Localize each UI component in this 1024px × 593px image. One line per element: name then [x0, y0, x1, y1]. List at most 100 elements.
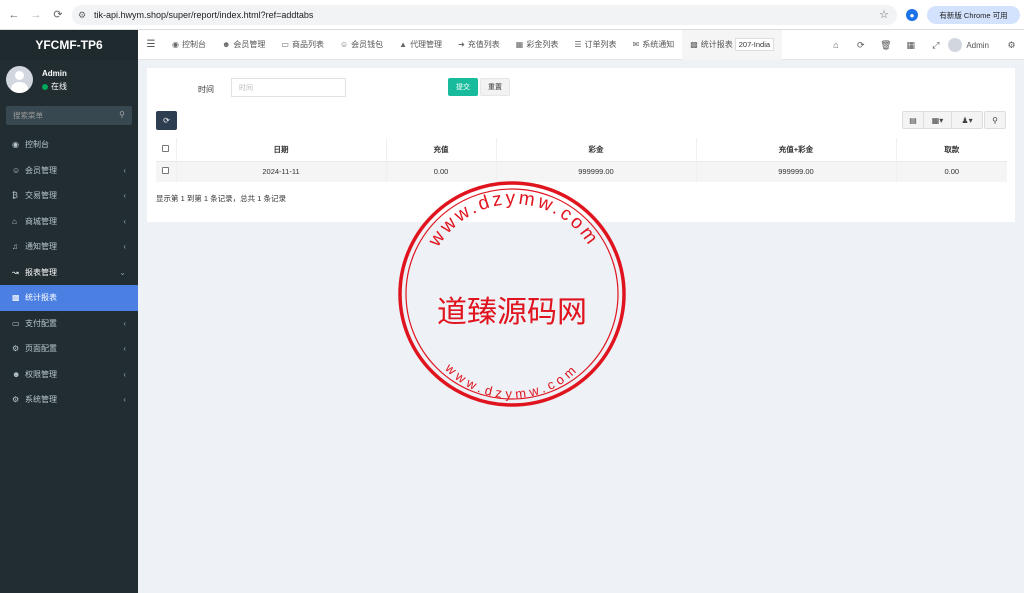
sitemap-icon: ▲ [399, 40, 408, 49]
forward-icon[interactable]: → [25, 4, 47, 26]
table-cell: 999999.00 [696, 161, 897, 182]
home-icon: ⌂ [12, 216, 17, 226]
chevron-left-icon: ‹ [123, 242, 126, 251]
tab-label: 代理管理 [410, 40, 443, 49]
time-input[interactable]: 时间 [231, 78, 346, 97]
sidebar-item-members[interactable]: ☺ 会员管理 ‹ [0, 158, 138, 184]
column-header[interactable]: 取款 [896, 138, 1007, 162]
stamp-bottom-text: www.dzymw.com [442, 360, 582, 402]
sidebar-item-system[interactable]: ⚙ 系统管理 ‹ [0, 387, 138, 413]
avatar [948, 38, 963, 52]
admin-label: Admin [966, 40, 989, 50]
column-header[interactable]: 彩金 [496, 138, 697, 162]
tab-label: 会员管理 [233, 40, 266, 49]
reset-button[interactable]: 重置 [480, 78, 510, 96]
column-header[interactable]: 日期 [176, 138, 387, 162]
sidebar-item-label: 通知管理 [25, 242, 57, 252]
sidebar-item-label: 支付配置 [25, 318, 57, 328]
row-select-cell [156, 161, 177, 182]
table-cell: 2024-11-11 [176, 161, 387, 182]
columns-button[interactable]: ▦▾ [924, 111, 952, 129]
sidebar-item-reports[interactable]: ↝ 报表管理 ⌄ [0, 260, 138, 286]
gear-icon: ⚙ [12, 344, 20, 354]
row-checkbox[interactable] [162, 167, 170, 175]
gears-icon: ⚙ [12, 395, 20, 405]
avatar [6, 66, 33, 93]
export-button[interactable]: ♟▾ [952, 111, 983, 129]
comments-icon: ✉ [632, 40, 640, 49]
search-toggle-button[interactable]: ⚲ [984, 111, 1006, 129]
tab-wallets[interactable]: ☺ 会员钱包 [332, 30, 391, 60]
bell-icon: ♫ [12, 242, 18, 252]
user-status: 在线 [42, 81, 67, 92]
brand-logo[interactable]: YFCMF-TP6 [0, 30, 138, 60]
stamp-center-text: 道臻源码网 [437, 295, 587, 330]
tab-label: 商品列表 [291, 40, 324, 49]
sidebar-item-pages[interactable]: ⚙ 页面配置 ‹ [0, 336, 138, 362]
tab-label: 系统通知 [642, 40, 675, 49]
table-toolbar: ▤ ▦▾ ♟▾ [902, 111, 983, 129]
top-nav-actions: ⌂ ⟳ 🗑 ▦ ⤢ Admin ⚙ [823, 30, 1024, 60]
table-cell: 0.00 [896, 161, 1007, 182]
tab-notifications[interactable]: ✉ 系统通知 [625, 30, 683, 60]
chevron-left-icon: ‹ [123, 318, 126, 328]
profile-icon[interactable]: ● [906, 9, 918, 21]
submit-button[interactable]: 提交 [448, 78, 478, 96]
tab-orders[interactable]: ☰ 订单列表 [566, 30, 624, 60]
home-icon[interactable]: ⌂ [823, 40, 848, 50]
sidebar-menu: ◉ 控制台 ☺ 会员管理 ‹ ₿ 交易管理 ‹ ⌂ 商城管理 ‹ ♫ 通知管理 … [0, 132, 138, 413]
search-icon[interactable]: ⚲ [119, 110, 125, 119]
tab-label: 控制台 [181, 40, 206, 49]
trash-icon[interactable]: 🗑 [873, 40, 898, 51]
language-icon[interactable]: ▦ [898, 40, 923, 51]
tab-agents[interactable]: ▲ 代理管理 [391, 30, 450, 60]
gears-icon[interactable]: ⚙ [999, 40, 1024, 51]
search-toggle-group: ⚲ [984, 111, 1006, 129]
back-icon[interactable]: ← [3, 4, 25, 26]
sidebar-item-permissions[interactable]: ☻ 权限管理 ‹ [0, 362, 138, 388]
chevron-left-icon: ‹ [123, 165, 126, 175]
tab-recharges[interactable]: ➜ 充值列表 [450, 30, 508, 60]
sidebar-item-label: 统计报表 [25, 293, 57, 303]
table-row[interactable]: 2024-11-11 0.00 999999.00 999999.00 0.00 [156, 161, 1007, 182]
dashboard-icon: ◉ [172, 40, 179, 49]
site-info-icon[interactable]: ⚙ [78, 10, 92, 21]
address-bar[interactable]: ⚙ tik-api.hwym.shop/super/report/index.h… [72, 5, 897, 25]
chevron-left-icon: ‹ [123, 344, 126, 353]
tab-members[interactable]: ☻ 会员管理 [214, 30, 273, 60]
url-text[interactable]: tik-api.hwym.shop/super/report/index.htm… [94, 10, 313, 20]
menu-search-input[interactable]: 搜索菜单 ⚲ [6, 106, 132, 125]
sidebar-item-label: 系统管理 [25, 395, 57, 405]
time-label: 时间 [198, 85, 214, 94]
user-circle-icon: ☺ [12, 165, 21, 175]
refresh-icon[interactable]: ⟳ [848, 40, 873, 51]
sidebar-item-label: 会员管理 [25, 165, 57, 175]
sidebar-item-statistics[interactable]: ▩ 统计报表 [0, 285, 138, 311]
sidebar-item-label: 权限管理 [25, 369, 57, 379]
bookmark-star-icon[interactable]: ☆ [879, 8, 889, 21]
column-header[interactable]: 充值+彩金 [696, 138, 897, 162]
sidebar-item-shop[interactable]: ⌂ 商城管理 ‹ [0, 209, 138, 235]
sidebar-item-payment[interactable]: ▭ 支付配置 ‹ [0, 311, 138, 337]
admin-menu[interactable]: Admin [948, 38, 989, 52]
sidebar: YFCMF-TP6 Admin 在线 搜索菜单 ⚲ ◉ 控制台 ☺ 会员管理 ‹… [0, 30, 138, 593]
tab-dashboard[interactable]: ◉ 控制台 [164, 30, 214, 60]
sidebar-item-dashboard[interactable]: ◉ 控制台 [0, 132, 138, 158]
select-all-checkbox[interactable] [162, 144, 170, 152]
reload-icon[interactable]: ⟳ [47, 4, 69, 26]
chrome-update-button[interactable]: 有新版 Chrome 可用 [927, 6, 1020, 24]
fullscreen-icon[interactable]: ⤢ [923, 40, 948, 51]
column-header[interactable]: 充值 [386, 138, 497, 162]
report-table: 日期 充值 彩金 充值+彩金 取款 2024-11-11 0.00 999999… [156, 138, 1007, 182]
tab-bonuses[interactable]: ▦ 彩金列表 [508, 30, 567, 60]
sidebar-item-notices[interactable]: ♫ 通知管理 ‹ [0, 234, 138, 260]
user-status-text: 在线 [51, 82, 67, 91]
refresh-table-button[interactable]: ⟳ [156, 111, 177, 130]
tab-products[interactable]: ▭ 商品列表 [273, 30, 332, 60]
sidebar-item-trades[interactable]: ₿ 交易管理 ‹ [0, 183, 138, 209]
tab-statistics[interactable]: ▩ 统计报表 207-India [682, 29, 783, 60]
menu-toggle-icon[interactable]: ☰ [138, 39, 164, 50]
region-chip[interactable]: 207-India [734, 38, 775, 51]
time-input-placeholder: 时间 [239, 84, 253, 92]
toggle-view-button[interactable]: ▤ [902, 111, 924, 129]
